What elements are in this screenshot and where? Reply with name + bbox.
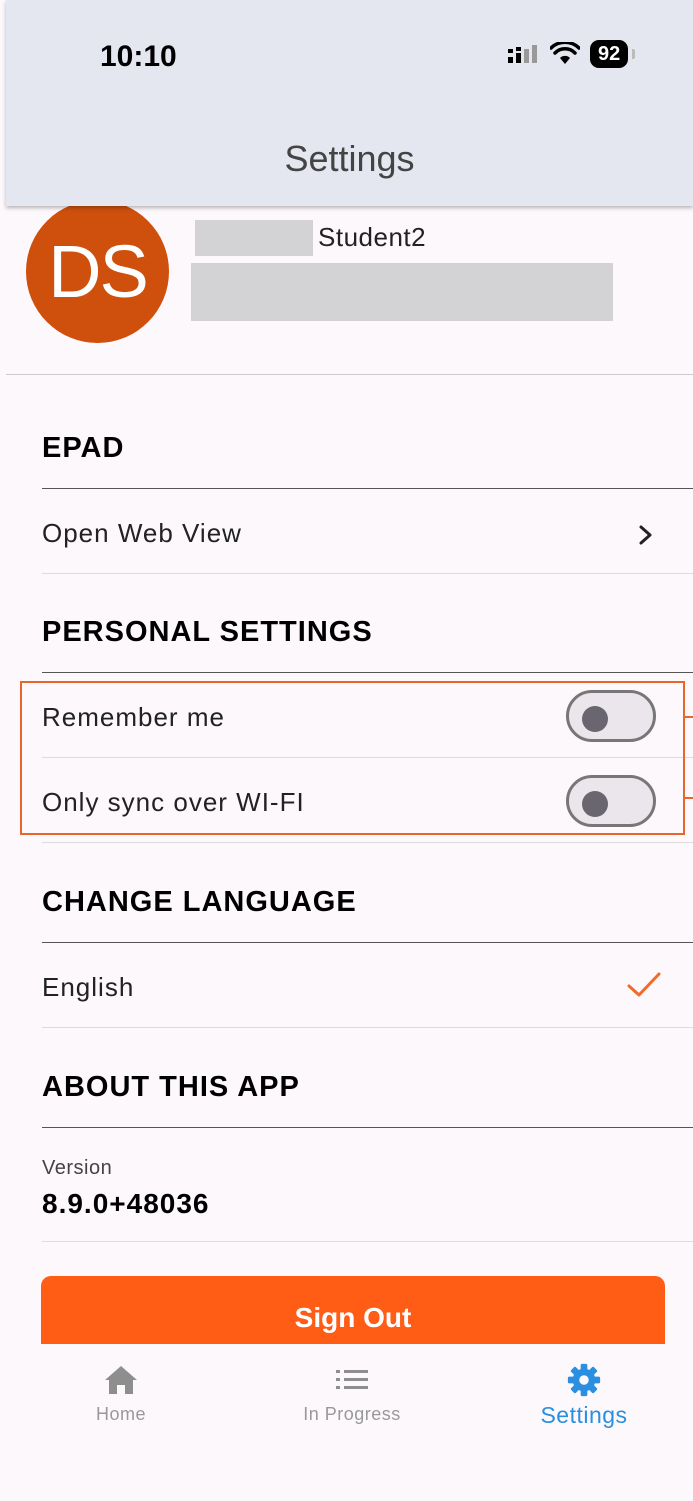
wifi-icon	[550, 42, 580, 64]
bottom-navigation: Home In Progress Settings	[0, 1344, 693, 1501]
gear-icon	[567, 1363, 601, 1397]
version-label: Version	[42, 1157, 113, 1179]
chevron-right-icon[interactable]	[631, 520, 661, 550]
redacted-email	[191, 263, 613, 321]
list-icon	[336, 1370, 368, 1389]
avatar-initials: DS	[48, 230, 149, 313]
nav-item-home[interactable]: Home	[21, 1364, 221, 1425]
battery-level: 92	[598, 43, 621, 65]
version-value: 8.9.0+48036	[42, 1188, 210, 1219]
divider	[6, 374, 693, 375]
wifi-sync-toggle[interactable]	[566, 775, 656, 827]
divider	[42, 573, 693, 574]
cellular-signal-icon	[508, 45, 537, 63]
open-web-view-item[interactable]: Open Web View	[42, 518, 242, 549]
nav-label-settings: Settings	[540, 1402, 628, 1428]
status-icons: 92	[506, 40, 636, 68]
nav-item-settings[interactable]: Settings	[484, 1362, 684, 1429]
divider	[42, 1027, 693, 1028]
profile-name: Student2	[318, 222, 427, 252]
sign-out-button[interactable]: Sign Out	[41, 1276, 665, 1352]
section-header-epad: EPAD	[42, 432, 125, 464]
nav-label-in-progress: In Progress	[303, 1404, 401, 1424]
page-title: Settings	[284, 138, 415, 179]
language-option-english[interactable]: English	[42, 972, 134, 1003]
nav-item-in-progress[interactable]: In Progress	[252, 1364, 452, 1425]
divider	[42, 1241, 693, 1242]
avatar: DS	[26, 200, 169, 343]
divider	[42, 1127, 693, 1128]
section-header-personal-settings: PERSONAL SETTINGS	[42, 616, 373, 648]
highlight-connector	[685, 716, 693, 718]
divider	[42, 672, 693, 673]
home-icon	[105, 1366, 137, 1394]
toggle-knob	[582, 706, 608, 732]
app-bar: 10:10 92 Settings	[6, 0, 693, 206]
divider	[42, 842, 693, 843]
battery-indicator: 92	[590, 40, 636, 68]
checkmark-icon	[627, 972, 661, 997]
nav-label-home: Home	[95, 1404, 146, 1424]
status-time: 10:10	[100, 40, 177, 73]
toggle-knob	[582, 791, 608, 817]
wifi-sync-label: Only sync over WI-FI	[42, 787, 305, 817]
remember-me-label: Remember me	[42, 702, 225, 732]
remember-me-toggle[interactable]	[566, 690, 656, 742]
divider	[42, 488, 693, 489]
divider	[42, 942, 693, 943]
battery-tip	[632, 49, 636, 59]
divider	[42, 757, 693, 758]
redacted-first-name	[195, 220, 313, 256]
highlight-connector	[685, 797, 693, 799]
section-header-about-this-app: ABOUT THIS APP	[42, 1071, 300, 1103]
section-header-change-language: CHANGE LANGUAGE	[42, 886, 357, 918]
